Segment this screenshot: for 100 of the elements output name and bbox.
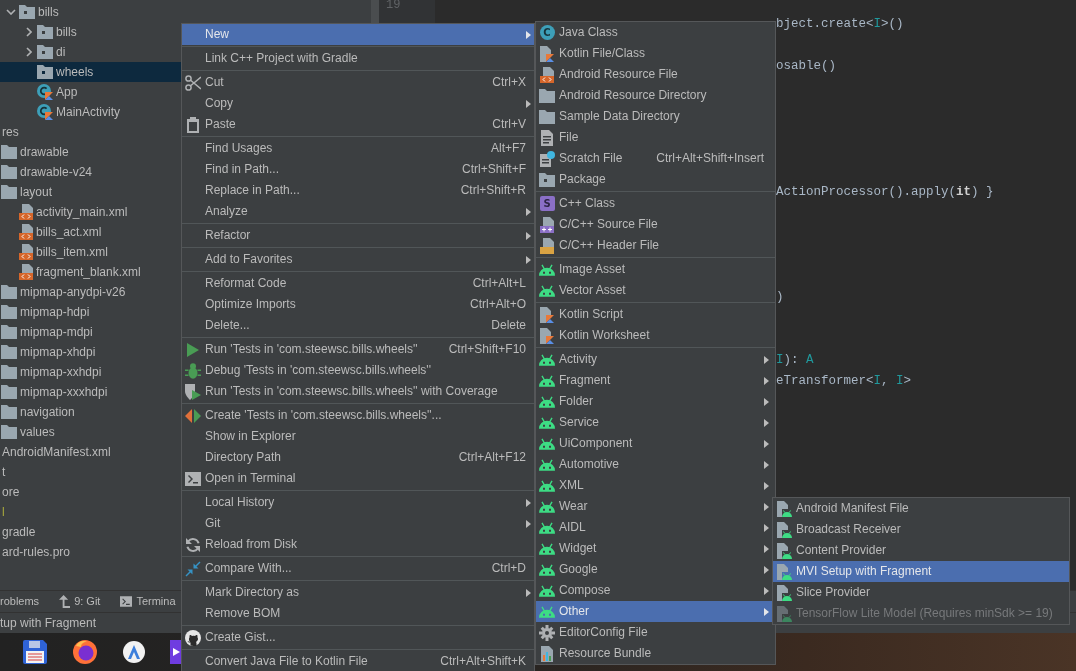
- tree-item[interactable]: drawable-v24: [0, 162, 181, 182]
- menu-item[interactable]: File: [536, 127, 775, 148]
- tree-item[interactable]: navigation: [0, 402, 181, 422]
- menu-item[interactable]: Run 'Tests in 'com.steewsc.bills.wheels'' Ctrl+Shift+F10: [182, 339, 534, 360]
- menu-item[interactable]: XML: [536, 475, 775, 496]
- menu-item[interactable]: S C++ Class: [536, 193, 775, 214]
- menu-item[interactable]: Replace in Path... Ctrl+Shift+R: [182, 180, 534, 201]
- tree-item[interactable]: ard-rules.pro: [0, 542, 181, 562]
- menu-item[interactable]: C/C++ Header File: [536, 235, 775, 256]
- menu-item[interactable]: AIDL: [536, 517, 775, 538]
- tree-item[interactable]: mipmap-mdpi: [0, 322, 181, 342]
- tree-item[interactable]: gradle: [0, 522, 181, 542]
- chevron-right-icon[interactable]: [26, 47, 32, 57]
- menu-item[interactable]: Find Usages Alt+F7: [182, 138, 534, 159]
- tree-item[interactable]: App: [0, 82, 181, 102]
- tree-item[interactable]: wheels: [0, 62, 181, 82]
- menu-item[interactable]: Service: [536, 412, 775, 433]
- menu-item[interactable]: Google: [536, 559, 775, 580]
- tree-item[interactable]: mipmap-xhdpi: [0, 342, 181, 362]
- menu-item[interactable]: Copy: [182, 93, 534, 114]
- menu-item[interactable]: C Java Class: [536, 22, 775, 43]
- menu-item[interactable]: Slice Provider: [773, 582, 1069, 603]
- menu-item[interactable]: Show in Explorer: [182, 426, 534, 447]
- menu-item[interactable]: Wear: [536, 496, 775, 517]
- tree-item[interactable]: ore: [0, 482, 181, 502]
- menu-item[interactable]: Image Asset: [536, 259, 775, 280]
- menu-item[interactable]: Automotive: [536, 454, 775, 475]
- menu-item[interactable]: Reload from Disk: [182, 534, 534, 555]
- play-tile-icon[interactable]: [170, 640, 181, 664]
- menu-item[interactable]: Find in Path... Ctrl+Shift+F: [182, 159, 534, 180]
- tree-item[interactable]: res: [0, 122, 181, 142]
- menu-item[interactable]: Optimize Imports Ctrl+Alt+O: [182, 294, 534, 315]
- tree-item[interactable]: values: [0, 422, 181, 442]
- menu-item[interactable]: Broadcast Receiver: [773, 519, 1069, 540]
- tree-item[interactable]: l: [0, 502, 181, 522]
- ring-logo-icon[interactable]: [73, 640, 97, 664]
- menu-item[interactable]: Directory Path Ctrl+Alt+F12: [182, 447, 534, 468]
- menu-item[interactable]: Android Resource Directory: [536, 85, 775, 106]
- tree-item[interactable]: bills: [0, 2, 181, 22]
- tree-item[interactable]: drawable: [0, 142, 181, 162]
- menu-item[interactable]: Local History: [182, 492, 534, 513]
- tool-window-button[interactable]: roblems: [0, 594, 40, 609]
- tree-item[interactable]: mipmap-hdpi: [0, 302, 181, 322]
- menu-item[interactable]: Android Resource File: [536, 64, 775, 85]
- menu-item[interactable]: Widget: [536, 538, 775, 559]
- menu-item[interactable]: Analyze: [182, 201, 534, 222]
- menu-item[interactable]: Mark Directory as: [182, 582, 534, 603]
- menu-item[interactable]: Cut Ctrl+X: [182, 72, 534, 93]
- tree-item[interactable]: t: [0, 462, 181, 482]
- menu-item[interactable]: Delete... Delete: [182, 315, 534, 336]
- menu-item[interactable]: Resource Bundle: [536, 643, 775, 664]
- menu-item[interactable]: Vector Asset: [536, 280, 775, 301]
- menu-item[interactable]: Convert Java File to Kotlin File Ctrl+Alt+Shift+K: [182, 651, 534, 671]
- menu-item[interactable]: EditorConfig File: [536, 622, 775, 643]
- tree-item[interactable]: fragment_blank.xml: [0, 262, 181, 282]
- menu-item[interactable]: Open in Terminal: [182, 468, 534, 489]
- menu-item[interactable]: Kotlin Worksheet: [536, 325, 775, 346]
- tree-item[interactable]: mipmap-xxhdpi: [0, 362, 181, 382]
- menu-item[interactable]: Compose: [536, 580, 775, 601]
- menu-item[interactable]: Run 'Tests in 'com.steewsc.bills.wheels'' with Coverage: [182, 381, 534, 402]
- menu-item[interactable]: Scratch File Ctrl+Alt+Shift+Insert: [536, 148, 775, 169]
- menu-item[interactable]: Kotlin Script: [536, 304, 775, 325]
- menu-item[interactable]: New: [182, 24, 534, 45]
- chevron-down-icon[interactable]: [6, 9, 16, 15]
- menu-item[interactable]: Create Gist...: [182, 627, 534, 648]
- menu-item[interactable]: Other: [536, 601, 775, 622]
- menu-item[interactable]: Activity: [536, 349, 775, 370]
- tree-item[interactable]: di: [0, 42, 181, 62]
- menu-item[interactable]: UiComponent: [536, 433, 775, 454]
- menu-item[interactable]: Create 'Tests in 'com.steewsc.bills.wheels''...: [182, 405, 534, 426]
- caret-circle-icon[interactable]: [123, 641, 145, 663]
- menu-item[interactable]: Compare With... Ctrl+D: [182, 558, 534, 579]
- menu-item[interactable]: Refactor: [182, 225, 534, 246]
- menu-item[interactable]: Package: [536, 169, 775, 190]
- menu-item[interactable]: Add to Favorites: [182, 249, 534, 270]
- chevron-right-icon[interactable]: [26, 27, 32, 37]
- tool-window-button[interactable]: 9: Git: [59, 594, 101, 609]
- tree-item[interactable]: MainActivity: [0, 102, 181, 122]
- tree-item[interactable]: layout: [0, 182, 181, 202]
- tree-item[interactable]: mipmap-anydpi-v26: [0, 282, 181, 302]
- menu-item[interactable]: Android Manifest File: [773, 498, 1069, 519]
- tree-item[interactable]: AndroidManifest.xml: [0, 442, 181, 462]
- menu-item[interactable]: Reformat Code Ctrl+Alt+L: [182, 273, 534, 294]
- tree-item[interactable]: activity_main.xml: [0, 202, 181, 222]
- tree-item[interactable]: bills_act.xml: [0, 222, 181, 242]
- menu-item[interactable]: Paste Ctrl+V: [182, 114, 534, 135]
- menu-item[interactable]: MVI Setup with Fragment: [773, 561, 1069, 582]
- menu-item[interactable]: Git: [182, 513, 534, 534]
- menu-item[interactable]: Remove BOM: [182, 603, 534, 624]
- menu-item[interactable]: Content Provider: [773, 540, 1069, 561]
- tool-window-button[interactable]: Termina: [120, 594, 176, 609]
- menu-item[interactable]: Debug 'Tests in 'com.steewsc.bills.wheels'': [182, 360, 534, 381]
- menu-item[interactable]: Link C++ Project with Gradle: [182, 48, 534, 69]
- menu-item[interactable]: Folder: [536, 391, 775, 412]
- menu-item[interactable]: C/C++ Source File: [536, 214, 775, 235]
- tree-item[interactable]: bills: [0, 22, 181, 42]
- menu-item[interactable]: Sample Data Directory: [536, 106, 775, 127]
- menu-item[interactable]: Fragment: [536, 370, 775, 391]
- menu-item[interactable]: Kotlin File/Class: [536, 43, 775, 64]
- tree-item[interactable]: bills_item.xml: [0, 242, 181, 262]
